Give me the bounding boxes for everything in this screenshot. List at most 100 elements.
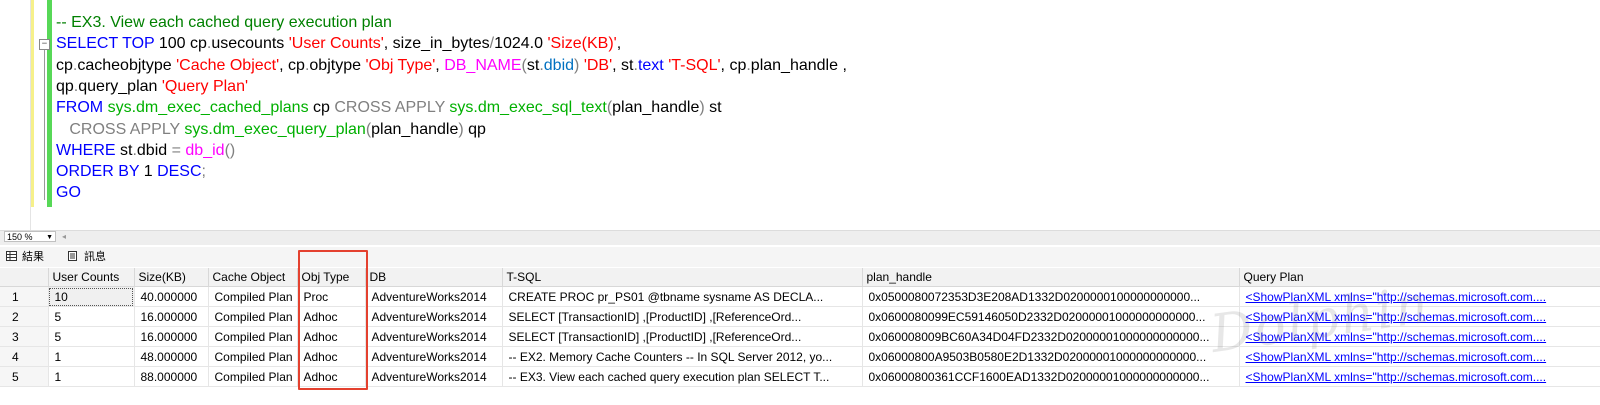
plan-handle-cell[interactable]: 0x06000800361CCF1600EAD1332D020000010000… — [862, 366, 1240, 387]
column-header-t-sql[interactable]: T-SQL — [502, 268, 863, 287]
user-counts-cell[interactable]: 5 — [48, 306, 135, 327]
column-header-rownum[interactable] — [0, 268, 49, 287]
db-cell[interactable]: AdventureWorks2014 — [365, 326, 503, 347]
row-number[interactable]: 5 — [0, 366, 49, 387]
region-outline — [44, 50, 45, 200]
code-token: cacheobjtype — [77, 56, 177, 74]
plan-handle-cell[interactable]: 0x0600080099EC59146050D2332D020000010000… — [862, 306, 1240, 327]
code-token: query_plan — [78, 77, 162, 95]
column-header-cache-object[interactable]: Cache Object — [208, 268, 298, 287]
code-token: plan_handle — [371, 120, 459, 138]
tab-messages[interactable]: 訊息 — [66, 249, 124, 265]
cache-object-cell[interactable]: Compiled Plan — [208, 366, 298, 387]
table-row[interactable]: 4 1 48.000000 Compiled Plan Adhoc AdventureWo… — [0, 346, 1600, 367]
code-token: CROSS APPLY — [69, 120, 180, 138]
query-plan-link[interactable]: <ShowPlanXML xmlns="http://schemas.micro… — [1239, 286, 1600, 307]
code-line[interactable]: -- EX3. View each cached query execution… — [56, 12, 392, 34]
column-header-user-counts[interactable]: User Counts — [48, 268, 135, 287]
code-token: DB_NAME — [444, 56, 522, 74]
plan-handle-cell[interactable]: 0x060008009BC60A34D04FD2332D020000010000… — [862, 326, 1240, 347]
code-line[interactable]: GO — [56, 182, 81, 204]
row-number[interactable]: 1 — [0, 286, 49, 307]
code-token: plan_handle , — [750, 56, 847, 74]
row-number[interactable]: 4 — [0, 346, 49, 367]
query-plan-link[interactable]: <ShowPlanXML xmlns="http://schemas.micro… — [1239, 326, 1600, 347]
size-kb-cell[interactable]: 16.000000 — [134, 326, 209, 347]
row-number[interactable]: 2 — [0, 306, 49, 327]
code-token: sys.dm_exec_cached_plans — [107, 99, 309, 117]
table-row[interactable]: 5 1 88.000000 Compiled Plan Adhoc AdventureWo… — [0, 366, 1600, 387]
cache-object-cell[interactable]: Compiled Plan — [208, 326, 298, 347]
code-token: dbid — [136, 141, 172, 159]
result-tabs: 結果 訊息 — [0, 247, 1600, 267]
t-sql-cell[interactable]: SELECT [TransactionID] ,[ProductID] ,[Re… — [502, 326, 863, 347]
row-number[interactable]: 3 — [0, 326, 49, 347]
user-counts-cell[interactable]: 5 — [48, 326, 135, 347]
code-token: 100 cp — [154, 35, 207, 53]
grid-icon — [6, 251, 17, 261]
column-header-query-plan[interactable]: Query Plan — [1239, 268, 1600, 287]
code-token: , cp — [720, 56, 747, 74]
code-line[interactable]: SELECT TOP 100 cp.usecounts 'User Counts… — [56, 33, 621, 55]
cache-object-cell[interactable]: Compiled Plan — [208, 346, 298, 367]
column-header-db[interactable]: DB — [365, 268, 503, 287]
user-counts-cell[interactable]: 1 — [48, 366, 135, 387]
code-token: WHERE — [56, 141, 116, 159]
code-line[interactable]: qp.query_plan 'Query Plan' — [56, 76, 248, 98]
query-editor[interactable]: − -- EX3. View each cached query executi… — [0, 0, 1600, 230]
query-plan-link[interactable]: <ShowPlanXML xmlns="http://schemas.micro… — [1239, 366, 1600, 387]
code-token: db_id — [185, 141, 225, 159]
cache-object-cell[interactable]: Compiled Plan — [208, 306, 298, 327]
db-cell[interactable]: AdventureWorks2014 — [365, 306, 503, 327]
code-token: st — [526, 56, 540, 74]
code-token: , — [435, 56, 445, 74]
saved-lines-marker — [47, 0, 52, 207]
code-token: 'Size(KB)' — [547, 35, 617, 53]
t-sql-cell[interactable]: -- EX2. Memory Cache Counters -- In SQL … — [502, 346, 863, 367]
db-cell[interactable]: AdventureWorks2014 — [365, 286, 503, 307]
size-kb-cell[interactable]: 88.000000 — [134, 366, 209, 387]
size-kb-cell[interactable]: 16.000000 — [134, 306, 209, 327]
size-kb-cell[interactable]: 40.000000 — [134, 286, 209, 307]
code-token: DESC — [157, 163, 202, 181]
code-token: plan_handle — [612, 99, 700, 117]
code-token: GO — [56, 184, 81, 202]
editor-horizontal-scrollbar[interactable] — [0, 230, 1600, 245]
scroll-left-icon[interactable]: ◂ — [62, 232, 66, 241]
code-line[interactable]: ORDER BY 1 DESC; — [56, 161, 206, 183]
t-sql-cell[interactable]: -- EX3. View each cached query execution… — [502, 366, 863, 387]
results-grid[interactable]: User Counts Size(KB) Cache Object Obj Ty… — [0, 268, 1600, 387]
tab-results[interactable]: 結果 — [4, 249, 72, 265]
code-line[interactable]: cp.cacheobjtype 'Cache Object', cp.objty… — [56, 55, 847, 77]
table-row[interactable]: 3 5 16.000000 Compiled Plan Adhoc AdventureWo… — [0, 326, 1600, 347]
query-plan-link[interactable]: <ShowPlanXML xmlns="http://schemas.micro… — [1239, 346, 1600, 367]
code-line[interactable]: CROSS APPLY sys.dm_exec_query_plan(plan_… — [56, 119, 486, 141]
collapse-region-icon[interactable]: − — [39, 39, 50, 50]
plan-handle-cell[interactable]: 0x0500080072353D3E208AD1332D020000010000… — [862, 286, 1240, 307]
editor-gutter — [0, 0, 31, 230]
user-counts-cell[interactable]: 1 — [48, 346, 135, 367]
t-sql-cell[interactable]: CREATE PROC pr_PS01 @tbname sysname AS D… — [502, 286, 863, 307]
query-plan-link[interactable]: <ShowPlanXML xmlns="http://schemas.micro… — [1239, 306, 1600, 327]
size-kb-cell[interactable]: 48.000000 — [134, 346, 209, 367]
code-line[interactable]: FROM sys.dm_exec_cached_plans cp CROSS A… — [56, 97, 722, 119]
user-counts-cell[interactable]: 10 — [48, 286, 135, 307]
table-row[interactable]: 2 5 16.000000 Compiled Plan Adhoc AdventureWo… — [0, 306, 1600, 327]
db-cell[interactable]: AdventureWorks2014 — [365, 346, 503, 367]
column-header-plan-handle[interactable]: plan_handle — [862, 268, 1240, 287]
code-line[interactable]: WHERE st.dbid = db_id() — [56, 140, 235, 162]
db-cell[interactable]: AdventureWorks2014 — [365, 366, 503, 387]
code-token: cp — [308, 99, 335, 117]
column-header-size-kb[interactable]: Size(KB) — [134, 268, 209, 287]
cache-object-cell[interactable]: Compiled Plan — [208, 286, 298, 307]
table-row[interactable]: 1 10 40.000000 Compiled Plan Proc AdventureWo… — [0, 286, 1600, 307]
code-token: , size_in_bytes — [383, 35, 490, 53]
code-token: sys.dm_exec_sql_text — [449, 99, 607, 117]
zoom-dropdown[interactable]: 150 % ▼ — [4, 231, 56, 242]
t-sql-cell[interactable]: SELECT [TransactionID] ,[ProductID] ,[Re… — [502, 306, 863, 327]
code-token: st — [115, 141, 133, 159]
code-token: 1 — [139, 163, 158, 181]
plan-handle-cell[interactable]: 0x06000800A9503B0580E2D1332D020000010000… — [862, 346, 1240, 367]
code-token: = — [171, 141, 181, 159]
